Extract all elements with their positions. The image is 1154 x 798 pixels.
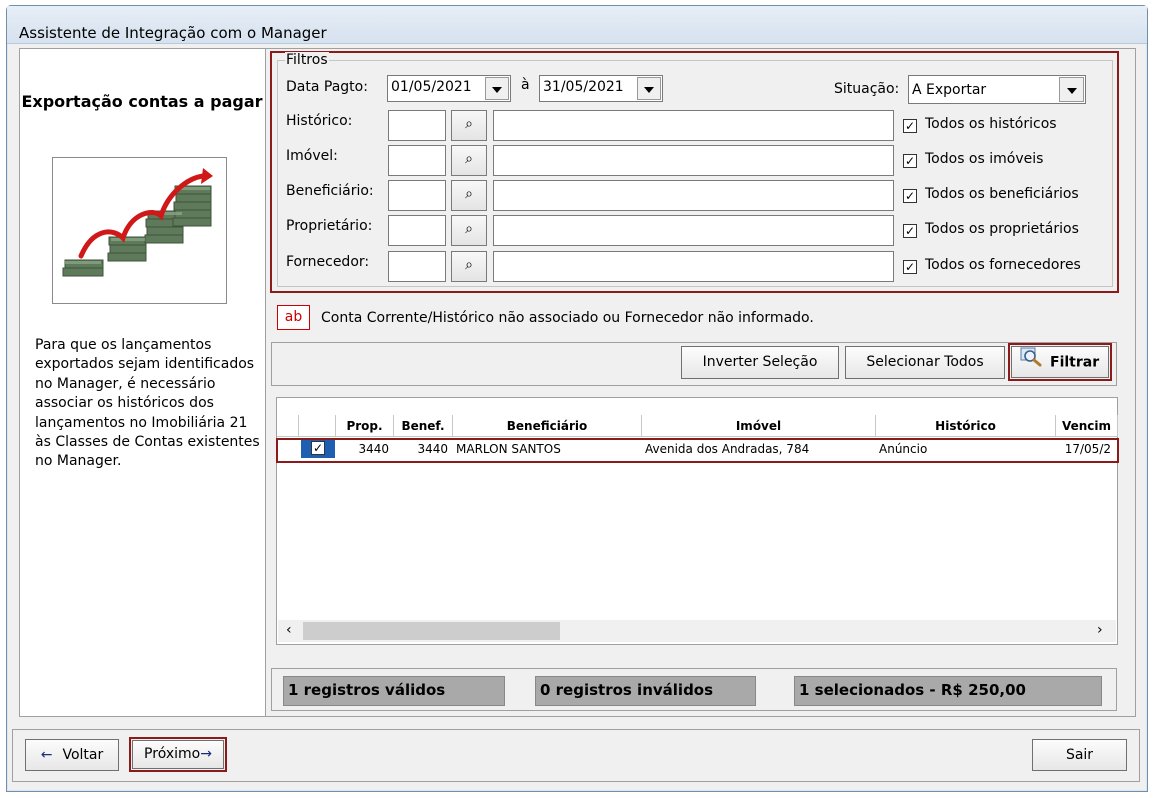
beneficiario-column-header[interactable]: Beneficiário <box>453 415 642 437</box>
records-grid[interactable]: Prop. Benef. Beneficiário Imóvel Histórico Ve… <box>276 397 1118 645</box>
date-from-dropdown-icon[interactable] <box>485 77 509 100</box>
title-bar: Assistente de Integração com o Manager <box>7 6 1147 44</box>
imovel-name-field[interactable] <box>493 145 894 176</box>
imovel-all-label: Todos os imóveis <box>925 151 1044 167</box>
row-indicator-header <box>277 415 299 437</box>
beneficiario-label: Beneficiário: <box>286 183 374 199</box>
beneficiario-all-checkbox[interactable]: ✓ <box>903 189 917 203</box>
vencimento-column-header[interactable]: Vencim <box>1056 415 1118 437</box>
beneficiario-binoculars-icon[interactable]: ⌕ <box>451 180 487 211</box>
scrollbar-thumb[interactable] <box>303 622 560 640</box>
historico-binoculars-icon[interactable]: ⌕ <box>451 110 487 141</box>
legend-badge: ab <box>277 305 310 330</box>
legend-text: Conta Corrente/Histórico não associado o… <box>321 310 814 326</box>
valid-records-status: 1 registros válidos <box>283 676 505 706</box>
arrow-right-icon: → <box>200 746 212 762</box>
next-button-label: Próximo <box>144 746 201 762</box>
fornecedor-label: Fornecedor: <box>286 254 370 270</box>
beneficiario-name-field[interactable] <box>493 180 894 211</box>
row-highlight <box>276 438 1119 463</box>
date-separator: à <box>521 77 530 93</box>
fornecedor-binoculars-icon[interactable]: ⌕ <box>451 251 487 282</box>
proprietario-binoculars-icon[interactable]: ⌕ <box>451 215 487 246</box>
historico-all-label: Todos os históricos <box>925 116 1057 132</box>
historico-name-field[interactable] <box>493 110 894 141</box>
fornecedor-all-label: Todos os fornecedores <box>925 257 1081 273</box>
beneficiario-code-field[interactable] <box>388 180 446 211</box>
proprietario-code-field[interactable] <box>388 215 446 246</box>
next-button[interactable]: Próximo→ <box>132 740 224 769</box>
beneficiario-all-label: Todos os beneficiários <box>925 186 1079 202</box>
imovel-label: Imóvel: <box>286 148 338 164</box>
proprietario-all-checkbox[interactable]: ✓ <box>903 224 917 238</box>
filters-group-label: Filtros <box>285 52 329 68</box>
date-to-value: 31/05/2021 <box>543 79 624 95</box>
step-description: Para que os lançamentos exportados sejam… <box>35 337 260 470</box>
benef-column-header[interactable]: Benef. <box>394 415 453 437</box>
filter-button-label: Filtrar <box>1050 354 1100 371</box>
step-illustration <box>52 157 227 304</box>
scroll-right-icon[interactable]: › <box>1097 622 1103 638</box>
fornecedor-name-field[interactable] <box>493 251 894 282</box>
selected-records-status: 1 selecionados - R$ 250,00 <box>794 676 1102 706</box>
imovel-all-checkbox[interactable]: ✓ <box>903 154 917 168</box>
historico-code-field[interactable] <box>388 110 446 141</box>
proprietario-name-field[interactable] <box>493 215 894 246</box>
date-label: Data Pagto: <box>286 79 368 95</box>
imovel-binoculars-icon[interactable]: ⌕ <box>451 145 487 176</box>
invert-selection-button[interactable]: Inverter Seleção <box>681 346 839 379</box>
back-button-label: Voltar <box>62 747 104 763</box>
back-button[interactable]: ← Voltar <box>25 739 119 771</box>
grid-header: Prop. Benef. Beneficiário Imóvel Histórico Ve… <box>277 415 1118 437</box>
step-title: Exportação contas a pagar <box>21 92 263 111</box>
historico-label: Histórico: <box>286 113 353 129</box>
invalid-records-status: 0 registros inválidos <box>535 676 756 706</box>
proprietario-all-label: Todos os proprietários <box>925 221 1079 237</box>
proprietario-label: Proprietário: <box>286 218 373 234</box>
fornecedor-code-field[interactable] <box>388 251 446 282</box>
imovel-column-header[interactable]: Imóvel <box>642 415 876 437</box>
date-from-value: 01/05/2021 <box>391 79 472 95</box>
date-to-dropdown-icon[interactable] <box>637 77 661 100</box>
situacao-value: A Exportar <box>912 82 987 98</box>
magnifier-icon <box>1020 347 1042 378</box>
situacao-dropdown-icon[interactable] <box>1059 77 1084 102</box>
select-all-button[interactable]: Selecionar Todos <box>845 346 1005 379</box>
fornecedor-all-checkbox[interactable]: ✓ <box>903 260 917 274</box>
historico-all-checkbox[interactable]: ✓ <box>903 119 917 133</box>
horizontal-scrollbar[interactable]: ‹ › <box>278 620 1116 642</box>
scroll-left-icon[interactable]: ‹ <box>286 622 292 638</box>
historico-column-header[interactable]: Histórico <box>876 415 1056 437</box>
imovel-code-field[interactable] <box>388 145 446 176</box>
window-title: Assistente de Integração com o Manager <box>19 24 327 42</box>
exit-button[interactable]: Sair <box>1032 739 1127 771</box>
prop-column-header[interactable]: Prop. <box>336 415 394 437</box>
arrow-left-icon: ← <box>40 747 53 763</box>
filter-button[interactable]: Filtrar <box>1011 346 1109 378</box>
check-column-header[interactable] <box>299 415 336 437</box>
situacao-label: Situação: <box>834 81 900 97</box>
